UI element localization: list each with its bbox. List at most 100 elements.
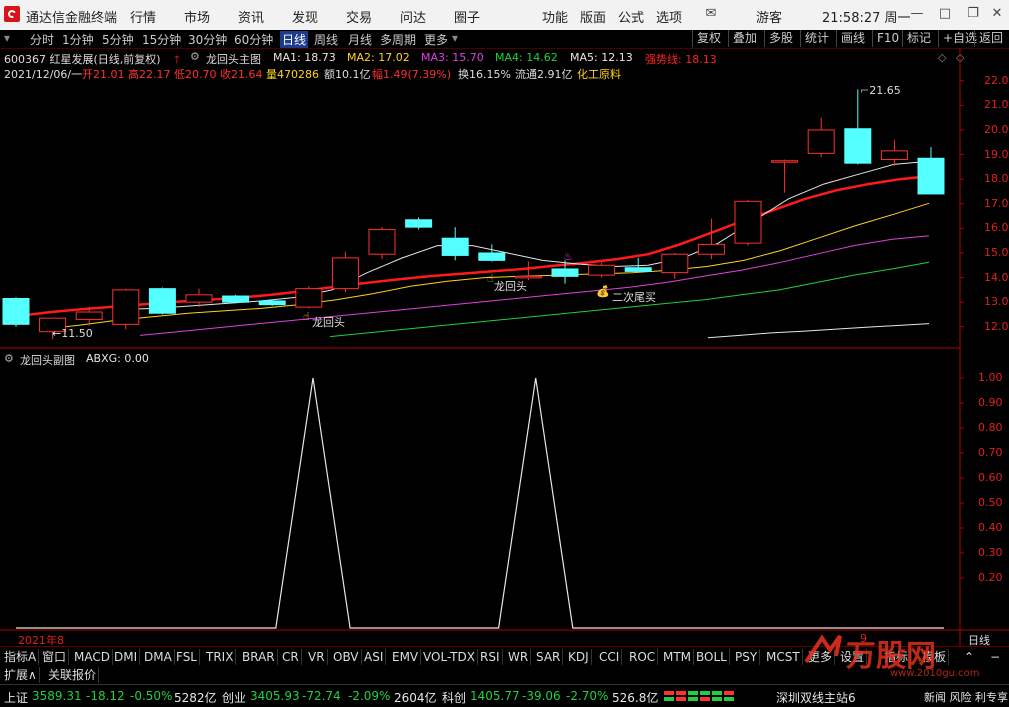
tab-wr[interactable]: WR <box>506 649 532 665</box>
tab-rsi[interactable]: RSI <box>478 649 503 665</box>
menu-formula[interactable]: 公式 <box>618 7 644 26</box>
tab-macd[interactable]: MACD <box>72 649 113 665</box>
settings-circle-icon[interactable]: ⚙ <box>4 352 14 365</box>
user-login[interactable]: 游客 <box>756 7 782 26</box>
overlay-button[interactable]: 叠加 <box>728 30 761 47</box>
server-status[interactable]: 深圳双线主站6 <box>776 689 856 706</box>
menu-layout[interactable]: 版面 <box>580 7 606 26</box>
ma-line-MA3 <box>139 235 930 336</box>
tab-brar[interactable]: BRAR <box>240 649 278 665</box>
price-tick-label: 19.00 <box>984 147 1009 161</box>
tab-window[interactable]: 窗口 <box>40 649 70 665</box>
price-tick-label: 15.00 <box>984 245 1009 259</box>
tab-asi[interactable]: ASI <box>362 649 387 665</box>
sub-tick-label: 0.20 <box>978 571 1003 584</box>
sh-index-pct: -0.50% <box>130 689 173 703</box>
tab-fsl[interactable]: FSL <box>174 649 200 665</box>
menu-market-quotes[interactable]: 行情 <box>130 7 156 26</box>
chevron-down-icon[interactable]: ▾ <box>452 31 458 45</box>
tab-obv[interactable]: OBV <box>331 649 362 665</box>
period-multi[interactable]: 多周期 <box>380 31 416 48</box>
period-daily[interactable]: 日线 <box>280 31 309 48</box>
tab-psy[interactable]: PSY <box>733 649 761 665</box>
sh-index-amount: 5282亿 <box>174 691 217 705</box>
candle-body <box>185 294 213 303</box>
price-tick-label: 13.00 <box>984 295 1009 309</box>
candle-body <box>258 300 286 306</box>
period-1min[interactable]: 1分钟 <box>62 31 94 48</box>
status-bar: 上证 3589.31 -18.12 -0.50% 5282亿 创业 3405.9… <box>0 684 1009 707</box>
period-more[interactable]: 更多 <box>424 31 448 48</box>
chevron-down-icon[interactable]: ▾ <box>4 31 10 45</box>
chart-svg[interactable] <box>0 48 1009 646</box>
period-15min[interactable]: 15分钟 <box>142 31 181 48</box>
close-icon[interactable]: ✕ <box>986 3 1008 25</box>
tab-vol-tdx[interactable]: VOL-TDX <box>421 649 478 665</box>
tab-boll[interactable]: BOLL <box>694 649 730 665</box>
kc-index-name[interactable]: 科创 <box>442 689 466 706</box>
menu-market[interactable]: 市场 <box>184 7 210 26</box>
tab-emv[interactable]: EMV <box>390 649 422 665</box>
app-name: 通达信金融终端 <box>26 11 118 26</box>
tab-expand[interactable]: 扩展∧ <box>2 667 40 683</box>
news-ticker[interactable]: 新闻 风险 利专享 <box>924 689 1008 705</box>
price-tick-label: 12.00 <box>984 319 1009 333</box>
maximize-icon[interactable]: □ <box>934 3 956 25</box>
signal-label-1: 龙回头 <box>312 316 345 329</box>
period-30min[interactable]: 30分钟 <box>188 31 227 48</box>
tab-cr[interactable]: CR <box>280 649 302 665</box>
candle-body <box>697 243 725 255</box>
sh-index-name[interactable]: 上证 <box>4 689 28 706</box>
tab-dma[interactable]: DMA <box>142 649 175 665</box>
tab-linked-quotes[interactable]: 关联报价 <box>46 667 100 683</box>
menu-trade[interactable]: 交易 <box>346 7 372 26</box>
candle-body <box>331 257 359 290</box>
minimize-icon[interactable]: — <box>906 3 928 25</box>
app-logo-icon <box>4 6 20 22</box>
mark-button[interactable]: 标记 <box>902 30 935 47</box>
cy-index-change: -72.74 <box>302 689 341 703</box>
tab-roc[interactable]: ROC <box>627 649 659 665</box>
multi-stock-button[interactable]: 多股 <box>764 30 797 47</box>
tab-trix[interactable]: TRIX <box>204 649 237 665</box>
menu-discover[interactable]: 发现 <box>292 7 318 26</box>
draw-line-button[interactable]: 画线 <box>836 30 869 47</box>
menu-options[interactable]: 选项 <box>656 7 682 26</box>
menu-circle[interactable]: 圈子 <box>454 7 480 26</box>
candle-body <box>295 288 323 308</box>
menu-ask[interactable]: 问达 <box>400 7 426 26</box>
tab-indicator-a[interactable]: 指标A <box>2 649 40 665</box>
period-60min[interactable]: 60分钟 <box>234 31 273 48</box>
period-intraday[interactable]: 分时 <box>30 31 54 48</box>
restore-icon[interactable]: ❐ <box>962 3 984 25</box>
abxg-line <box>16 377 944 629</box>
tab-cci[interactable]: CCI <box>597 649 623 665</box>
tab-sar[interactable]: SAR <box>534 649 564 665</box>
f10-button[interactable]: F10 <box>872 30 903 47</box>
tab-dmi[interactable]: DMI <box>112 649 141 665</box>
envelope-icon[interactable]: ✉ <box>700 3 722 25</box>
adjust-button[interactable]: 复权 <box>692 30 725 47</box>
period-weekly[interactable]: 周线 <box>314 31 338 48</box>
marker-icon: ♨ <box>563 250 573 263</box>
sub-chart-title[interactable]: 龙回头副图 <box>20 352 75 368</box>
tab-mcst[interactable]: MCST <box>764 649 803 665</box>
minus-icon[interactable]: − <box>988 649 1002 665</box>
back-button[interactable]: 返回 <box>974 30 1007 47</box>
tab-vr[interactable]: VR <box>306 649 328 665</box>
tab-mtm[interactable]: MTM <box>661 649 695 665</box>
clock: 21:58:27 周一 <box>822 11 911 26</box>
candlesticks <box>2 89 945 340</box>
candle-body <box>112 289 140 325</box>
candle-body <box>624 267 652 272</box>
menu-news[interactable]: 资讯 <box>238 7 264 26</box>
tab-kdj[interactable]: KDJ <box>566 649 592 665</box>
menu-functions[interactable]: 功能 <box>542 7 568 26</box>
sub-chart-value: ABXG: 0.00 <box>86 352 149 365</box>
candle-body <box>807 129 835 154</box>
statistics-button[interactable]: 统计 <box>800 30 833 47</box>
period-5min[interactable]: 5分钟 <box>102 31 134 48</box>
cy-index-name[interactable]: 创业 <box>222 689 246 706</box>
price-tick-label: 16.00 <box>984 221 1009 235</box>
period-monthly[interactable]: 月线 <box>348 31 372 48</box>
